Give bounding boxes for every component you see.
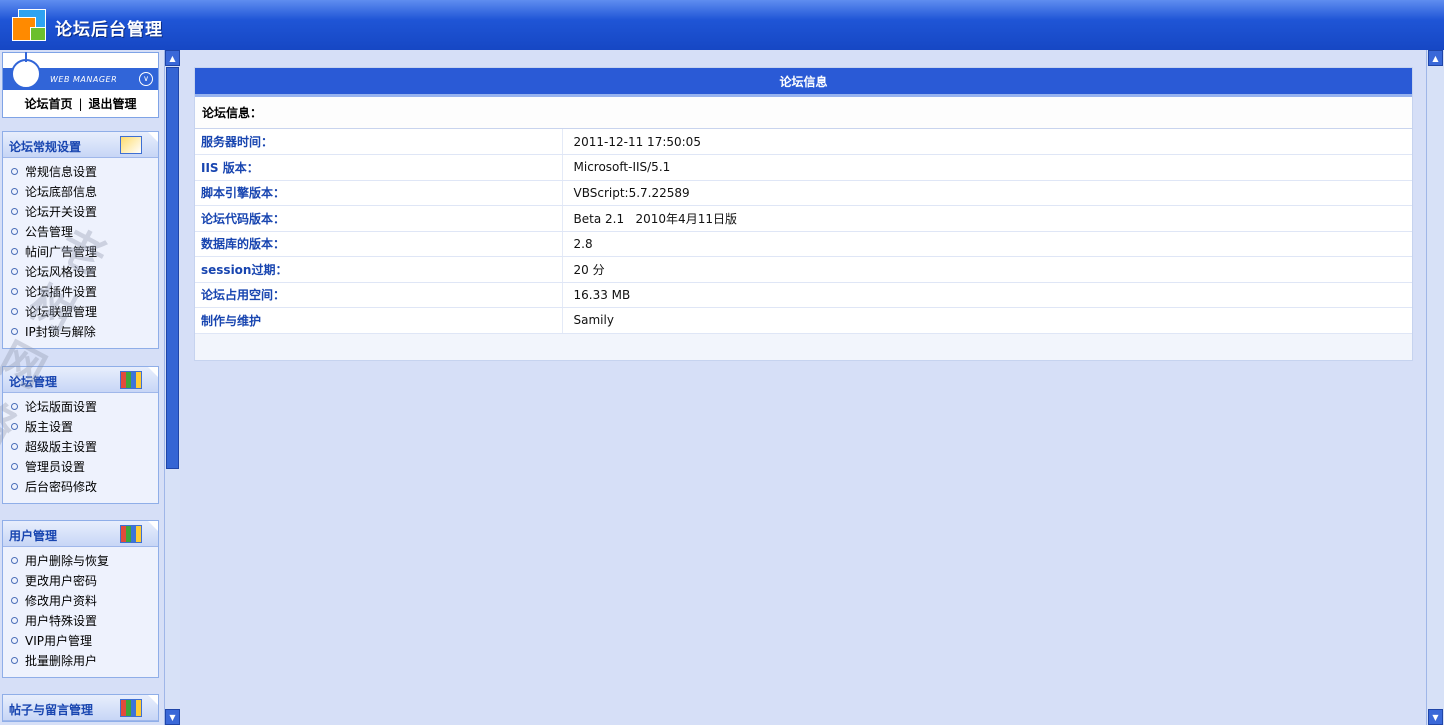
panel-forum-management: 论坛管理 论坛版面设置 版主设置 超级版主设置 管理员设置 后台密码修改 <box>2 366 159 504</box>
panel-menu: 用户删除与恢复 更改用户密码 修改用户资料 用户特殊设置 VIP用户管理 批量删… <box>3 547 158 677</box>
top-header: 论坛后台管理 <box>0 0 1444 50</box>
forum-home-link[interactable]: 论坛首页 <box>24 97 72 111</box>
row-value: 2.8 <box>562 231 1412 257</box>
row-label: session过期： <box>195 256 563 283</box>
sidebar-item[interactable]: 更改用户密码 <box>11 571 158 591</box>
row-value: 20 分 <box>562 256 1412 283</box>
collapse-chevron-icon[interactable]: ∨ <box>139 72 153 86</box>
scroll-down-icon[interactable]: ▼ <box>1428 709 1443 725</box>
web-manager-box: WEB MANAGER ∨ 论坛首页 | 退出管理 <box>2 52 159 118</box>
sidebar-item[interactable]: 论坛底部信息 <box>11 182 158 202</box>
corner-fold <box>148 367 158 377</box>
corner-fold <box>148 132 158 142</box>
row-label: IIS 版本： <box>195 154 563 181</box>
panel-title: 论坛常规设置 <box>9 140 82 154</box>
mouse-icon <box>11 52 41 89</box>
row-value: Beta 2.1 2010年4月11日版 <box>562 205 1412 232</box>
panel-subheading: 论坛信息： <box>195 97 1412 129</box>
sidebar-item[interactable]: IP封锁与解除 <box>11 322 158 342</box>
row-value: VBScript:5.7.22589 <box>562 180 1412 206</box>
table-row: 论坛代码版本： Beta 2.1 2010年4月11日版 <box>195 205 1412 232</box>
sidebar-item[interactable]: 版主设置 <box>11 417 158 437</box>
corner-fold <box>148 521 158 531</box>
colored-book-icon <box>120 699 142 717</box>
sidebar-item[interactable]: 论坛开关设置 <box>11 202 158 222</box>
logo-icon <box>12 9 48 43</box>
sidebar-item[interactable]: 批量删除用户 <box>11 651 158 671</box>
row-label: 脚本引擎版本： <box>195 180 563 206</box>
colored-book-icon <box>120 525 142 543</box>
panel-general-settings: 论坛常规设置 常规信息设置 论坛底部信息 论坛开关设置 公告管理 帖间广告管理 … <box>2 131 159 349</box>
scrollbar-thumb[interactable] <box>166 67 179 469</box>
row-value: Microsoft-IIS/5.1 <box>562 154 1412 181</box>
table-row: 论坛占用空间： 16.33 MB <box>195 282 1412 308</box>
sidebar-item[interactable]: 公告管理 <box>11 222 158 242</box>
row-label: 数据库的版本： <box>195 231 563 257</box>
panel-header[interactable]: 用户管理 <box>3 521 158 547</box>
panel-title: 帖子与留言管理 <box>9 703 94 717</box>
app-title: 论坛后台管理 <box>55 20 163 40</box>
info-table: 服务器时间： 2011-12-11 17:50:05 IIS 版本： Microso… <box>195 129 1412 334</box>
panel-heading: 论坛信息 <box>195 68 1412 97</box>
panel-post-management: 帖子与留言管理 <box>2 694 159 722</box>
sidebar-item[interactable]: 常规信息设置 <box>11 162 158 182</box>
sidebar-item[interactable]: 后台密码修改 <box>11 477 158 497</box>
table-row: 数据库的版本： 2.8 <box>195 231 1412 257</box>
panel-title: 论坛管理 <box>9 375 58 389</box>
table-row: 服务器时间： 2011-12-11 17:50:05 <box>195 129 1412 155</box>
note-pencil-icon <box>120 136 142 154</box>
manager-links: 论坛首页 | 退出管理 <box>3 95 158 112</box>
panel-title: 用户管理 <box>9 529 58 543</box>
sidebar-item[interactable]: 帖间广告管理 <box>11 242 158 262</box>
main-scrollbar[interactable]: ▲ ▼ <box>1426 50 1444 725</box>
main-content: 论坛信息 论坛信息： 服务器时间： 2011-12-11 17:50:05 IIS… <box>181 50 1426 725</box>
table-row: session过期： 20 分 <box>195 256 1412 283</box>
table-row: 制作与维护 Samily <box>195 307 1412 334</box>
sidebar-item[interactable]: 超级版主设置 <box>11 437 158 457</box>
panel-menu: 论坛版面设置 版主设置 超级版主设置 管理员设置 后台密码修改 <box>3 393 158 503</box>
sidebar-item[interactable]: 论坛风格设置 <box>11 262 158 282</box>
link-separator: | <box>78 97 83 111</box>
sidebar-item[interactable]: 用户删除与恢复 <box>11 551 158 571</box>
table-row: IIS 版本： Microsoft-IIS/5.1 <box>195 154 1412 181</box>
logout-link[interactable]: 退出管理 <box>89 97 137 111</box>
row-label: 制作与维护 <box>195 307 563 334</box>
sidebar-item[interactable]: 修改用户资料 <box>11 591 158 611</box>
panel-header[interactable]: 论坛管理 <box>3 367 158 393</box>
panel-header[interactable]: 帖子与留言管理 <box>3 695 158 721</box>
scroll-up-icon[interactable]: ▲ <box>165 50 180 66</box>
sidebar-item[interactable]: 管理员设置 <box>11 457 158 477</box>
sidebar-item[interactable]: 论坛插件设置 <box>11 282 158 302</box>
sidebar-item[interactable]: 论坛版面设置 <box>11 397 158 417</box>
row-label: 论坛代码版本： <box>195 205 563 232</box>
table-row: 脚本引擎版本： VBScript:5.7.22589 <box>195 180 1412 206</box>
sidebar-item[interactable]: 论坛联盟管理 <box>11 302 158 322</box>
row-value: 16.33 MB <box>562 282 1412 308</box>
row-label: 服务器时间： <box>195 129 563 155</box>
scroll-up-icon[interactable]: ▲ <box>1428 50 1443 66</box>
row-label: 论坛占用空间： <box>195 282 563 308</box>
forum-info-panel: 论坛信息 论坛信息： 服务器时间： 2011-12-11 17:50:05 IIS… <box>194 67 1413 361</box>
sidebar-item[interactable]: VIP用户管理 <box>11 631 158 651</box>
scroll-down-icon[interactable]: ▼ <box>165 709 180 725</box>
panel-menu: 常规信息设置 论坛底部信息 论坛开关设置 公告管理 帖间广告管理 论坛风格设置 … <box>3 158 158 348</box>
panel-user-management: 用户管理 用户删除与恢复 更改用户密码 修改用户资料 用户特殊设置 VIP用户管… <box>2 520 159 678</box>
sidebar-scrollbar[interactable]: ▲ ▼ <box>164 50 180 725</box>
row-value: 2011-12-11 17:50:05 <box>562 129 1412 155</box>
left-sidebar: WEB MANAGER ∨ 论坛首页 | 退出管理 论坛常规设置 常规信息设置 论坛… <box>0 50 162 725</box>
row-value: Samily <box>562 307 1412 334</box>
web-manager-label: WEB MANAGER <box>50 75 118 84</box>
corner-fold <box>148 695 158 705</box>
panel-header[interactable]: 论坛常规设置 <box>3 132 158 158</box>
colored-book-icon <box>120 371 142 389</box>
sidebar-item[interactable]: 用户特殊设置 <box>11 611 158 631</box>
